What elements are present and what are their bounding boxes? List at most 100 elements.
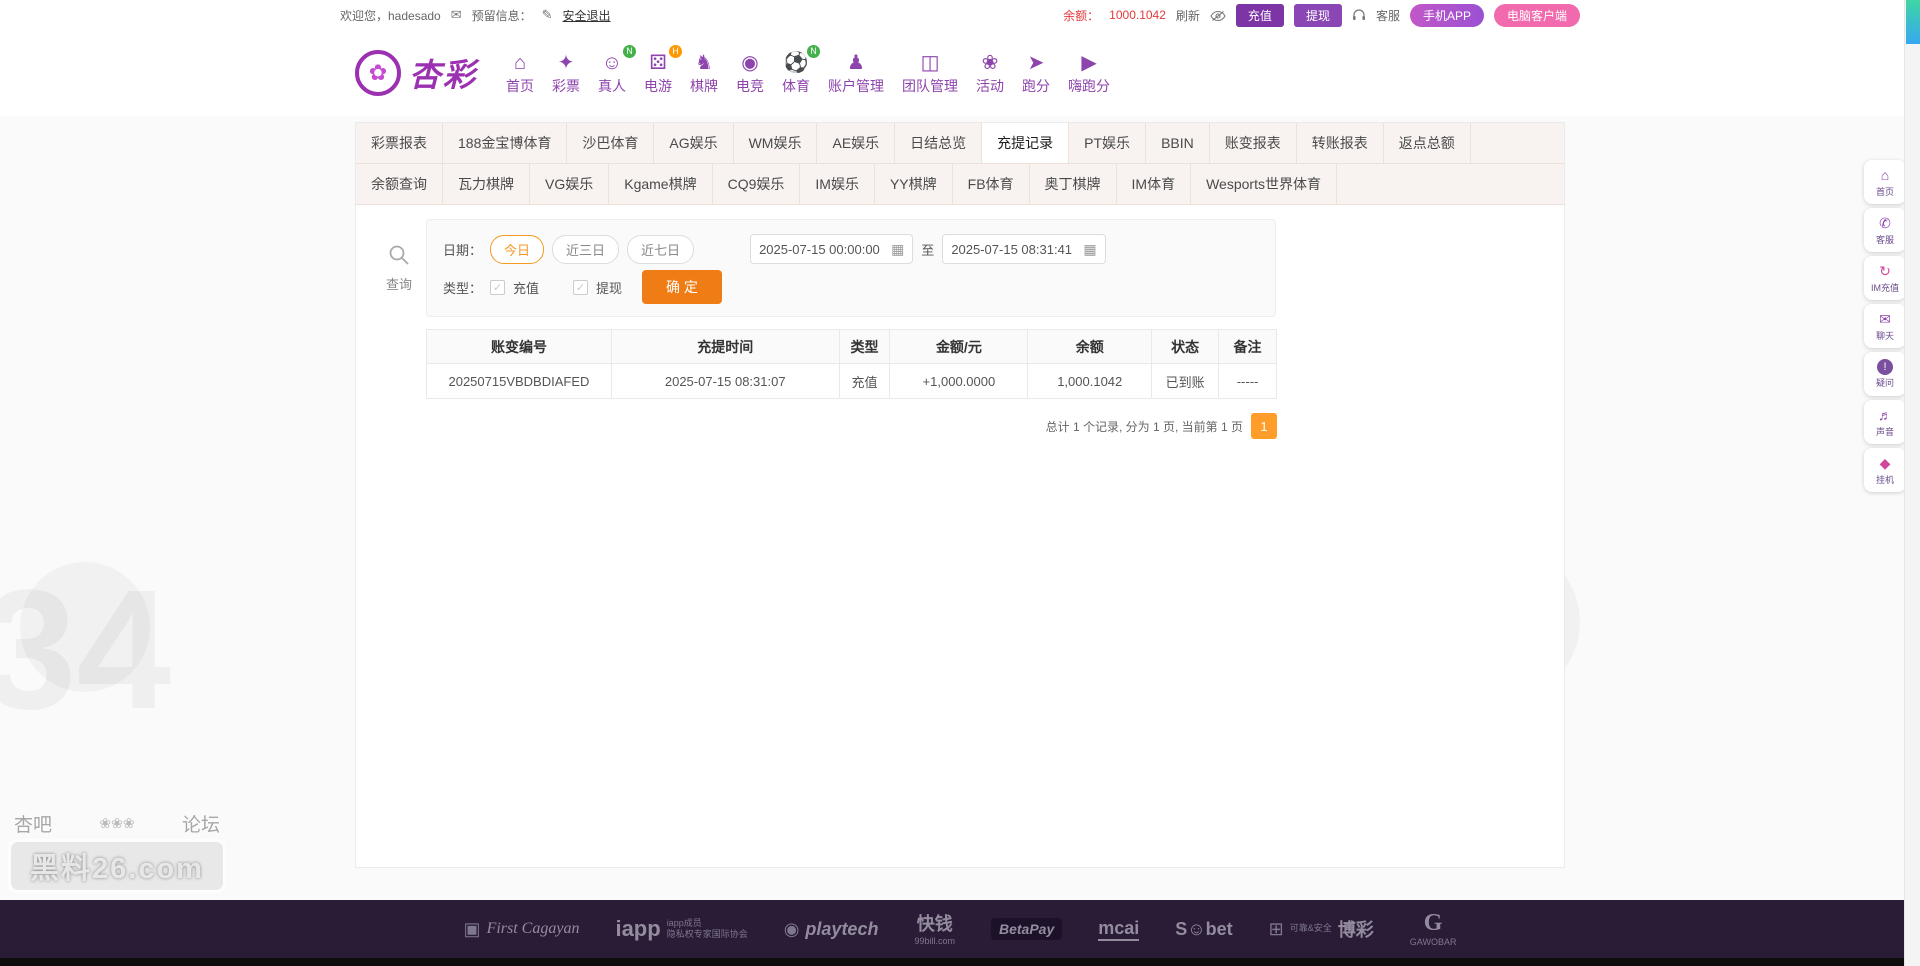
calendar-icon[interactable]: ▦: [1083, 241, 1096, 258]
service-link[interactable]: 客服: [1376, 7, 1400, 24]
lock-icon: ⊞: [1269, 919, 1284, 940]
watermark-right-text: 论坛: [182, 810, 220, 837]
side-btn-sound[interactable]: ♬ 声音: [1864, 400, 1906, 444]
tab-im-entertainment[interactable]: IM娱乐: [800, 164, 875, 204]
refresh-button[interactable]: 刷新: [1176, 7, 1200, 24]
refresh-circle-icon: ↻: [1879, 263, 1891, 280]
scrollbar-track[interactable]: [1904, 0, 1920, 966]
date-from-input[interactable]: [759, 242, 885, 257]
tab-lottery-report[interactable]: 彩票报表: [356, 123, 443, 163]
sports-icon: ⚽: [782, 50, 810, 76]
side-btn-home[interactable]: ⌂ 首页: [1864, 160, 1906, 204]
logout-link[interactable]: 安全退出: [563, 7, 611, 24]
tab-wali-chess[interactable]: 瓦力棋牌: [443, 164, 530, 204]
exclamation-icon: !: [1877, 359, 1893, 375]
nav-item-home[interactable]: ⌂ 首页: [499, 46, 541, 100]
table-header-row: 账变编号 充提时间 类型 金额/元 余额 状态 备注: [427, 330, 1277, 364]
tab-recharge-withdraw-records[interactable]: 充提记录: [982, 123, 1069, 163]
confirm-button[interactable]: 确 定: [642, 270, 722, 304]
egames-icon: ⚄: [644, 50, 672, 76]
th-amount: 金额/元: [890, 330, 1028, 364]
home-icon: ⌂: [506, 50, 534, 76]
nav-item-team[interactable]: ◫ 团队管理: [895, 46, 965, 100]
side-btn-question[interactable]: ! 疑问: [1864, 352, 1906, 396]
team-icon: ◫: [902, 50, 958, 76]
date-from-field: ▦: [750, 234, 913, 264]
pagination-summary: 总计 1 个记录, 分为 1 页, 当前第 1 页: [1046, 418, 1243, 435]
tab-yy-chess[interactable]: YY棋牌: [875, 164, 953, 204]
eye-off-icon[interactable]: [1210, 8, 1226, 22]
side-btn-service[interactable]: ✆ 客服: [1864, 208, 1906, 252]
page-1-button[interactable]: 1: [1251, 413, 1277, 439]
nav-item-chess[interactable]: ♞ 棋牌: [683, 46, 725, 100]
hi-paofen-icon: ▶: [1068, 50, 1110, 76]
tab-im-sports[interactable]: IM体育: [1117, 164, 1192, 204]
mail-icon[interactable]: ✉: [451, 7, 462, 23]
date-to-field: ▦: [942, 234, 1105, 264]
edit-icon[interactable]: ✎: [542, 7, 553, 23]
nav-item-account[interactable]: ♟ 账户管理: [821, 46, 891, 100]
nav-item-sports[interactable]: N ⚽ 体育: [775, 46, 817, 100]
tab-vg[interactable]: VG娱乐: [530, 164, 609, 204]
tab-aoding-chess[interactable]: 奥丁棋牌: [1030, 164, 1117, 204]
footer-logo-iapp: iapp iapp成员 隐私权专家国际协会: [615, 916, 747, 942]
quick-3days-button[interactable]: 近三日: [552, 235, 619, 264]
withdraw-button[interactable]: 提现: [1294, 4, 1342, 27]
reserved-info-label: 预留信息：: [472, 7, 532, 24]
withdraw-checkbox-label: 提现: [596, 278, 622, 297]
nav-item-paofen[interactable]: ➤ 跑分: [1015, 46, 1057, 100]
tab-cq9[interactable]: CQ9娱乐: [713, 164, 801, 204]
tab-account-change-report[interactable]: 账变报表: [1210, 123, 1297, 163]
nav-item-hi-paofen[interactable]: ▶ 嗨跑分: [1061, 46, 1117, 100]
nav-item-egames[interactable]: H ⚄ 电游: [637, 46, 679, 100]
tab-saba-sports[interactable]: 沙巴体育: [567, 123, 654, 163]
tab-balance-query[interactable]: 余额查询: [356, 164, 443, 204]
lottery-icon: ✦: [552, 50, 580, 76]
header: ✿ 杏彩 ⌂ 首页 ✦ 彩票 N ☺ 真人 H ⚄ 电游 ♞: [0, 30, 1920, 116]
recharge-button[interactable]: 充值: [1236, 4, 1284, 27]
cell-balance: 1,000.1042: [1028, 364, 1152, 399]
pc-client-button[interactable]: 电脑客户端: [1494, 4, 1580, 27]
tab-ae[interactable]: AE娱乐: [817, 123, 895, 163]
tab-bbin[interactable]: BBIN: [1146, 123, 1210, 163]
quick-today-button[interactable]: 今日: [490, 235, 544, 264]
tab-fb-sports[interactable]: FB体育: [953, 164, 1030, 204]
tab-rebate-total[interactable]: 返点总额: [1384, 123, 1471, 163]
brand-logo[interactable]: ✿ 杏彩: [355, 50, 477, 96]
withdraw-checkbox[interactable]: ✓: [573, 280, 588, 295]
calendar-icon[interactable]: ▦: [891, 241, 904, 258]
footer-logo-99bill: 快钱 99bill.com: [914, 910, 955, 947]
tab-wm[interactable]: WM娱乐: [734, 123, 818, 163]
footer-logo-sbet: S☺bet: [1175, 919, 1232, 940]
tab-kgame[interactable]: Kgame棋牌: [609, 164, 712, 204]
filter-section: 查询 日期： 今日 近三日 近七日 ▦ 至 ▦: [372, 219, 1548, 317]
scrollbar-thumb[interactable]: [1906, 0, 1920, 44]
tab-ag[interactable]: AG娱乐: [654, 123, 733, 163]
tab-transfer-report[interactable]: 转账报表: [1297, 123, 1384, 163]
side-btn-im-recharge[interactable]: ↻ IM充值: [1864, 256, 1906, 300]
page-body: 34 26 彩票报表 188金宝博体育 沙巴体育 AG娱乐 WM娱乐 AE娱乐 …: [0, 122, 1920, 906]
headset-icon: [1352, 8, 1366, 22]
tab-wesports[interactable]: Wesports世界体育: [1191, 164, 1337, 204]
mobile-app-button[interactable]: 手机APP: [1410, 4, 1484, 27]
tab-daily-summary[interactable]: 日结总览: [895, 123, 982, 163]
nav-item-activity[interactable]: ❀ 活动: [969, 46, 1011, 100]
tab-188bet-sports[interactable]: 188金宝博体育: [443, 123, 567, 163]
report-tabs: 彩票报表 188金宝博体育 沙巴体育 AG娱乐 WM娱乐 AE娱乐 日结总览 充…: [356, 123, 1564, 205]
nav-item-lottery[interactable]: ✦ 彩票: [545, 46, 587, 100]
table-row: 20250715VBDBDIAFED 2025-07-15 08:31:07 充…: [427, 364, 1277, 399]
nav-item-esports[interactable]: ◉ 电竞: [729, 46, 771, 100]
watermark-box-text: 黑料26.com: [8, 839, 226, 893]
side-btn-chat[interactable]: ✉ 聊天: [1864, 304, 1906, 348]
nav-item-live[interactable]: N ☺ 真人: [591, 46, 633, 100]
esports-icon: ◉: [736, 50, 764, 76]
tab-pt[interactable]: PT娱乐: [1069, 123, 1146, 163]
cell-account-change-id: 20250715VBDBDIAFED: [427, 364, 612, 399]
quick-7days-button[interactable]: 近七日: [627, 235, 694, 264]
floating-sidebar: ⌂ 首页 ✆ 客服 ↻ IM充值 ✉ 聊天 ! 疑问 ♬ 声音 ◆ 挂机: [1864, 160, 1906, 492]
side-btn-hangup[interactable]: ◆ 挂机: [1864, 448, 1906, 492]
recharge-checkbox-label: 充值: [513, 278, 539, 297]
recharge-checkbox[interactable]: ✓: [490, 280, 505, 295]
activity-icon: ❀: [976, 50, 1004, 76]
date-to-input[interactable]: [951, 242, 1077, 257]
